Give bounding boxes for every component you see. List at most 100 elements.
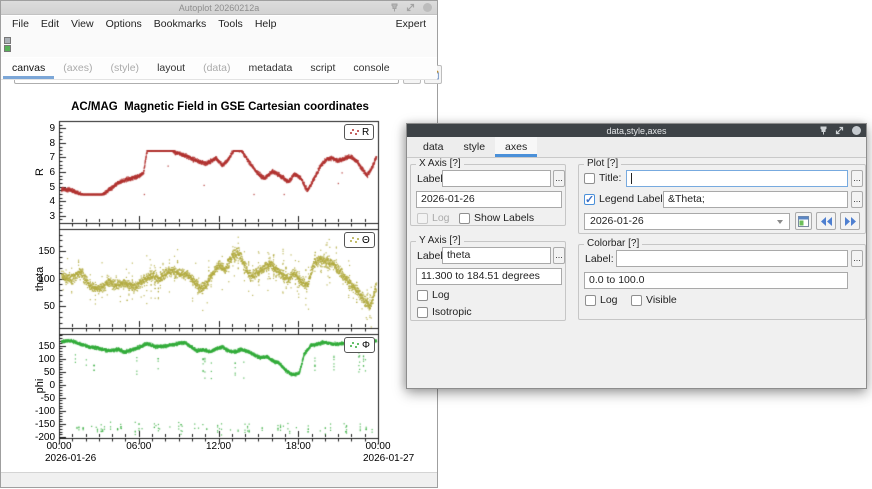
legend-label: R — [362, 127, 369, 138]
yaxis-label-input[interactable]: theta — [442, 247, 551, 264]
timerange-combo[interactable]: 2026-01-26 — [584, 213, 790, 230]
double-left-arrow-icon — [821, 217, 832, 226]
timerange-calendar-button[interactable] — [795, 212, 812, 230]
y-tick-label: 100 — [5, 354, 55, 365]
yaxis-isotropic-checkbox[interactable] — [417, 307, 428, 318]
datasource-icon — [4, 37, 11, 52]
text-caret — [631, 173, 632, 184]
yaxis-label-more-button[interactable]: ... — [553, 247, 565, 264]
tab-script[interactable]: script — [301, 58, 344, 79]
colorbar-label-caption: Label: — [585, 253, 614, 265]
tab-metadata[interactable]: metadata — [240, 58, 302, 79]
dialog-titlebar[interactable]: data,style,axes — [407, 124, 866, 137]
status-bar — [1, 472, 437, 487]
y-tick-label: -100 — [5, 406, 55, 417]
colorbar-visible-checkbox[interactable] — [631, 295, 642, 306]
detach-icon[interactable] — [406, 3, 415, 12]
yaxis-group: Y Axis [?] Label: theta ... 11.300 to 18… — [410, 241, 566, 321]
y-tick-label: 150 — [5, 341, 55, 352]
colorbar-label-more-button[interactable]: ... — [851, 250, 863, 267]
plot-title-more-button[interactable]: ... — [851, 170, 863, 187]
x-axis-start-date: 2026-01-26 — [45, 453, 96, 464]
previous-interval-button[interactable] — [816, 212, 836, 230]
menu-options[interactable]: Options — [101, 18, 147, 30]
yaxis-range-input[interactable]: 11.300 to 184.51 degrees — [416, 268, 562, 285]
y-tick-label: 5 — [5, 182, 55, 193]
dialog-tabbar: data style axes — [407, 137, 866, 158]
y-tick-label: 6 — [5, 167, 55, 178]
legend-box[interactable]: Θ — [344, 232, 375, 248]
next-interval-button[interactable] — [840, 212, 860, 230]
dialog-body: X Axis [?] Label: ... 2026-01-26 Log Sho… — [407, 158, 866, 390]
pin-icon[interactable] — [390, 3, 399, 12]
legend-label-checkbox[interactable] — [584, 194, 595, 205]
tab-style[interactable]: (style) — [101, 58, 148, 79]
colorbar-label-input[interactable] — [616, 250, 848, 267]
legend-label: Φ — [362, 340, 370, 351]
menubar: File Edit View Options Bookmarks Tools H… — [1, 16, 437, 31]
xaxis-log-checkbox[interactable] — [417, 213, 428, 224]
yaxis-isotropic-label: Isotropic — [432, 306, 472, 318]
menu-view[interactable]: View — [66, 18, 99, 30]
colorbar-log-checkbox[interactable] — [585, 295, 596, 306]
menu-help[interactable]: Help — [250, 18, 282, 30]
yaxis-log-checkbox[interactable] — [417, 290, 428, 301]
xaxis-range-input[interactable]: 2026-01-26 — [416, 191, 562, 208]
window-titlebar[interactable]: Autoplot 20260212a — [1, 1, 437, 15]
colorbar-group-title: Colorbar [?] — [584, 238, 642, 249]
legend-box[interactable]: Φ — [344, 337, 375, 353]
xaxis-log-label: Log — [432, 212, 450, 224]
plot-group: Plot [?] Title: ... Legend Label: &Theta… — [578, 164, 866, 234]
y-tick-label: 50 — [5, 301, 55, 312]
menu-tools[interactable]: Tools — [213, 18, 248, 30]
scatter-marker-icon — [349, 128, 359, 136]
dialog-title: data,style,axes — [606, 126, 666, 136]
y-axis-label: R — [34, 168, 46, 176]
double-right-arrow-icon — [845, 217, 856, 226]
dialog-menu-icon[interactable] — [851, 125, 862, 136]
x-tick-label: 00:00 — [37, 441, 81, 452]
uri-bar: vap+cdaweb:ds=AC_H0_MFI&id=BGSEc&timeran… — [1, 31, 437, 57]
tab-canvas[interactable]: canvas — [3, 58, 54, 79]
tab-console[interactable]: console — [344, 58, 398, 79]
plot-title-input[interactable] — [626, 170, 848, 187]
properties-dialog: data,style,axes data style axes X Axis [… — [406, 123, 867, 389]
y-tick-label: -150 — [5, 419, 55, 430]
plot-title-checkbox[interactable] — [584, 173, 595, 184]
main-tabbar: canvas (axes) (style) layout (data) meta… — [1, 58, 437, 80]
plot-group-title: Plot [?] — [584, 158, 621, 169]
xaxis-label-more-button[interactable]: ... — [553, 170, 565, 187]
scatter-marker-icon — [349, 236, 359, 244]
colorbar-group: Colorbar [?] Label: ... 0.0 to 100.0 Log… — [578, 244, 866, 320]
dialog-tab-style[interactable]: style — [453, 137, 495, 157]
y-tick-label: 8 — [5, 138, 55, 149]
expert-menu[interactable]: Expert — [391, 18, 431, 30]
tab-layout[interactable]: layout — [148, 58, 194, 79]
x-tick-label: 18:00 — [276, 441, 320, 452]
legend-label-input[interactable]: &Theta; — [663, 191, 848, 208]
window-menu-icon[interactable] — [422, 2, 433, 13]
dialog-tab-axes[interactable]: axes — [495, 137, 537, 157]
x-tick-label: 12:00 — [197, 441, 241, 452]
tab-data[interactable]: (data) — [194, 58, 239, 79]
colorbar-visible-label: Visible — [646, 294, 677, 306]
y-tick-label: 7 — [5, 152, 55, 163]
menu-bookmarks[interactable]: Bookmarks — [149, 18, 212, 30]
menu-file[interactable]: File — [7, 18, 34, 30]
y-tick-label: -50 — [5, 393, 55, 404]
y-tick-label: 100 — [5, 274, 55, 285]
colorbar-range-input[interactable]: 0.0 to 100.0 — [584, 272, 848, 289]
legend-label-more-button[interactable]: ... — [851, 191, 863, 208]
y-tick-label: 150 — [5, 246, 55, 257]
tab-axes[interactable]: (axes) — [54, 58, 101, 79]
timerange-value: 2026-01-26 — [590, 215, 644, 227]
detach-icon[interactable] — [835, 126, 844, 135]
xaxis-label-input[interactable] — [442, 170, 551, 187]
pin-icon[interactable] — [819, 126, 828, 135]
dialog-tab-data[interactable]: data — [413, 137, 453, 157]
x-axis-end-date: 2026-01-27 — [363, 453, 414, 464]
plot-canvas[interactable] — [1, 81, 439, 473]
legend-box[interactable]: R — [344, 124, 374, 140]
xaxis-showlabels-checkbox[interactable] — [459, 213, 470, 224]
menu-edit[interactable]: Edit — [36, 18, 64, 30]
